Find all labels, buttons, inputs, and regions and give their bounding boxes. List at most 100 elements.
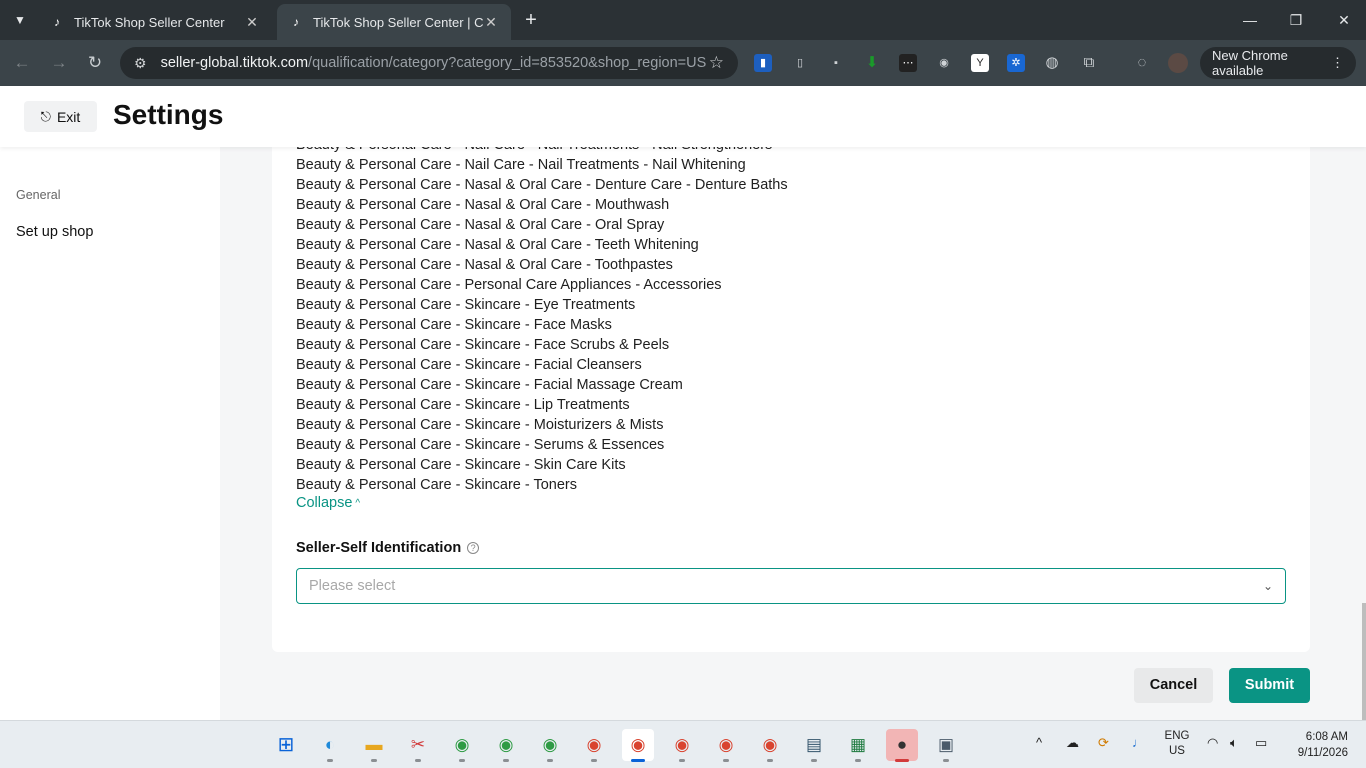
wifi-icon[interactable]: ◠ (1207, 735, 1218, 751)
collapse-label: Collapse (296, 495, 353, 511)
extension-globe-icon[interactable]: ◍ (1043, 54, 1061, 72)
extension-chart-icon[interactable]: ▮ (754, 54, 772, 72)
microphone-icon[interactable]: ♩ (1132, 735, 1145, 750)
calculator-icon[interactable]: ▣ (930, 729, 962, 762)
forward-arrow-icon[interactable]: → (47, 51, 71, 75)
chrome-icon[interactable]: ◉ (710, 729, 742, 762)
onedrive-offline-icon[interactable]: ☁ (1066, 735, 1079, 751)
page-title: Settings (113, 99, 224, 130)
file-explorer-icon[interactable]: ▬ (358, 729, 390, 762)
url-host: seller-global.tiktok.com (160, 55, 309, 71)
chrome-icon-active[interactable]: ◉ (622, 729, 654, 762)
restore-icon[interactable]: ❐ (1282, 8, 1310, 32)
category-item: Beauty & Personal Care - Nasal & Oral Ca… (296, 237, 699, 253)
page-header: ⎋ Exit Settings (0, 86, 1366, 147)
clock-date: 9/11/2026 (1297, 747, 1348, 759)
extension-eye-icon[interactable]: ◉ (935, 54, 953, 72)
category-item: Beauty & Personal Care - Skincare - Tone… (296, 477, 578, 493)
scrollbar[interactable] (1362, 603, 1366, 720)
main-content: Beauty & Personal Care - Nail Care - Nai… (220, 147, 1366, 720)
site-settings-icon[interactable]: ⚙ (134, 55, 147, 72)
chrome-icon[interactable]: ◉ (534, 729, 566, 762)
browser-tab[interactable]: ♪ TikTok Shop Seller Center ✕ (38, 4, 272, 40)
chrome-icon[interactable]: ◉ (754, 729, 786, 762)
reload-icon[interactable]: ↻ (83, 51, 107, 75)
excel-icon[interactable]: ▦ (842, 729, 874, 762)
edge-icon[interactable]: ◐ (314, 729, 346, 762)
category-item: Beauty & Personal Care - Skincare - Faci… (296, 377, 683, 393)
exit-icon: ⎋ (40, 108, 51, 124)
system-clock[interactable]: 6:08 AM 9/11/2026 (1286, 729, 1348, 761)
extension-y-icon[interactable]: Y (971, 54, 989, 72)
chevron-down-icon: ⌄ (1262, 579, 1273, 593)
extensions-puzzle-icon[interactable]: ⧉ (1080, 54, 1098, 72)
collapse-link[interactable]: Collapse ^ (296, 495, 360, 511)
tab-search-dropdown-icon[interactable]: ▼ (10, 10, 30, 30)
select-placeholder: Please select (309, 578, 396, 594)
chevron-up-icon: ^ (355, 497, 361, 509)
submit-button[interactable]: Submit (1229, 668, 1310, 703)
sync-icon[interactable]: ⟳ (1098, 735, 1109, 751)
help-icon[interactable]: ? (467, 542, 480, 554)
category-item: Beauty & Personal Care - Skincare - Skin… (296, 457, 626, 473)
volume-icon[interactable]: 🔈︎ (1230, 735, 1238, 751)
sidebar-item-set-up-shop[interactable]: Set up shop (16, 224, 93, 240)
tab-title: TikTok Shop Seller Center (74, 14, 225, 30)
chrome-icon[interactable]: ◉ (578, 729, 610, 762)
category-item: Beauty & Personal Care - Skincare - Mois… (296, 417, 664, 433)
seller-identification-select[interactable]: Please select ⌄ (296, 568, 1286, 604)
close-tab-icon[interactable]: ✕ (244, 14, 260, 31)
browser-tab-bar: ▼ ♪ TikTok Shop Seller Center ✕ ♪ TikTok… (0, 0, 1366, 40)
tab-title: TikTok Shop Seller Center | Cros (313, 14, 483, 30)
extension-dots-icon[interactable]: ⋯ (899, 54, 917, 72)
bookmark-star-icon[interactable]: ☆ (709, 53, 724, 73)
sidebar-section-general: General (16, 188, 61, 202)
seller-identification-label: Seller-Self Identification ? (296, 540, 480, 556)
extension-download-icon[interactable]: ⬇ (863, 54, 881, 72)
category-item: Beauty & Personal Care - Skincare - Faci… (296, 357, 642, 373)
new-tab-plus-icon[interactable]: + (520, 9, 542, 31)
profile-avatar[interactable] (1168, 53, 1188, 73)
new-chrome-available-button[interactable]: New Chrome available ⋮ (1200, 47, 1356, 79)
back-arrow-icon[interactable]: ← (10, 51, 34, 75)
chat-icon[interactable]: ● (886, 729, 918, 762)
lang-line2: US (1169, 745, 1185, 757)
language-indicator[interactable]: ENG US (1160, 729, 1194, 759)
exit-button[interactable]: ⎋ Exit (24, 101, 97, 132)
category-item: Beauty & Personal Care - Skincare - Lip … (296, 397, 630, 413)
category-item: Beauty & Personal Care - Skincare - Face… (296, 317, 612, 333)
extension-gear-icon[interactable]: ✲ (1007, 54, 1025, 72)
category-item: Beauty & Personal Care - Nail Care - Nai… (296, 147, 788, 155)
clock-time: 6:08 AM (1305, 731, 1348, 743)
battery-icon[interactable]: ▭ (1255, 735, 1267, 751)
browser-tab-active[interactable]: ♪ TikTok Shop Seller Center | Cros ✕ (277, 4, 511, 40)
category-list: Beauty & Personal Care - Nail Care - Nai… (296, 147, 788, 495)
category-item: Beauty & Personal Care - Nail Care - Nai… (296, 157, 746, 173)
browser-toolbar: ← → ↻ ⚙ seller-global.tiktok.com /qualif… (0, 40, 1366, 86)
performance-icon[interactable]: ◌ (1133, 54, 1151, 72)
chrome-icon[interactable]: ◉ (490, 729, 522, 762)
new-chrome-label: New Chrome available (1212, 48, 1288, 78)
chrome-icon[interactable]: ◉ (666, 729, 698, 762)
cancel-button[interactable]: Cancel (1134, 668, 1213, 703)
close-tab-icon[interactable]: ✕ (483, 14, 499, 31)
category-item: Beauty & Personal Care - Skincare - Seru… (296, 437, 665, 453)
chrome-icon[interactable]: ◉ (446, 729, 478, 762)
extension-doc-icon[interactable]: ▪ (827, 54, 845, 72)
seller-identification-text: Seller-Self Identification (296, 540, 462, 556)
exit-label: Exit (56, 108, 81, 125)
more-vert-icon[interactable]: ⋮ (1331, 55, 1344, 71)
show-hidden-icons-icon[interactable]: ^ (1036, 735, 1042, 750)
windows-start-icon[interactable]: ⊞ (270, 729, 302, 761)
snipping-tool-icon[interactable]: ✂ (402, 729, 434, 762)
terminal-icon[interactable]: ▤ (798, 729, 830, 762)
minimize-icon[interactable]: — (1236, 8, 1264, 32)
close-window-icon[interactable]: ✕ (1330, 8, 1358, 32)
lang-line1: ENG (1164, 730, 1190, 742)
category-item: Beauty & Personal Care - Personal Care A… (296, 277, 722, 293)
extension-phone-icon[interactable]: ▯ (791, 54, 809, 72)
windows-taskbar: ⊞ ◐ ▬ ✂ ◉ ◉ ◉ ◉ ◉ ◉ ◉ ◉ ▤ ▦ ● ▣ ^ ☁ ⟳ ♩ … (0, 720, 1366, 768)
category-item: Beauty & Personal Care - Nasal & Oral Ca… (296, 197, 670, 213)
category-item: Beauty & Personal Care - Nasal & Oral Ca… (296, 177, 788, 193)
address-bar[interactable]: ⚙ seller-global.tiktok.com /qualificatio… (120, 47, 738, 79)
